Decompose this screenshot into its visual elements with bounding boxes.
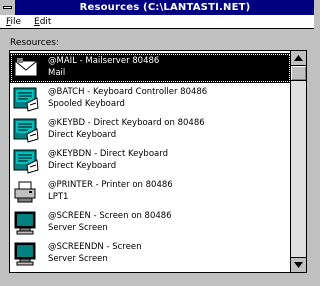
screen-icon bbox=[13, 210, 39, 236]
scroll-thumb[interactable] bbox=[291, 66, 306, 81]
resource-name: @SCREENDN - Screen bbox=[48, 242, 141, 253]
keyboard-icon bbox=[13, 148, 39, 174]
mail-icon bbox=[13, 55, 39, 81]
resource-type: Mail bbox=[48, 68, 66, 78]
resource-name: @MAIL - Mailserver 80486 bbox=[48, 56, 159, 67]
resource-item[interactable]: @KEYBDN - Direct Keyboard Direct Keyboard bbox=[10, 146, 291, 176]
resource-type: Server Screen bbox=[48, 223, 108, 233]
resource-name: @BATCH - Keyboard Controller 80486 bbox=[48, 87, 207, 98]
resource-description: Screen on 80486 bbox=[99, 211, 172, 221]
separator: - bbox=[84, 87, 93, 97]
separator: - bbox=[85, 118, 94, 128]
resource-type: LPT1 bbox=[48, 192, 69, 202]
menu-file[interactable]: File bbox=[6, 16, 21, 28]
resource-item[interactable]: @SCREENDN - Screen Server Screen bbox=[10, 239, 291, 269]
window-title: Resources (C:\LANTASTI.NET) bbox=[79, 2, 251, 13]
resource-name: @KEYBD - Direct Keyboard on 80486 bbox=[48, 118, 205, 129]
resource-description: Direct Keyboard bbox=[99, 149, 168, 159]
keyboard-icon bbox=[13, 117, 39, 143]
resource-id: @BATCH bbox=[48, 87, 85, 97]
resource-id: @SCREEN bbox=[48, 211, 91, 221]
resource-description: Screen bbox=[112, 242, 142, 252]
resource-item[interactable]: @BATCH - Keyboard Controller 80486 Spoole… bbox=[10, 84, 291, 114]
resource-item[interactable]: @KEYBD - Direct Keyboard on 80486 Direct … bbox=[10, 115, 291, 145]
menu-bar: File Edit bbox=[0, 15, 314, 29]
resource-item[interactable]: @PRINTER - Printer on 80486 LPT1 bbox=[10, 177, 291, 207]
resource-item[interactable]: @SCREEN - Screen on 80486 Server Screen bbox=[10, 208, 291, 238]
resource-item[interactable]: @MAIL - Mailserver 80486 Mail bbox=[10, 53, 291, 83]
arrow-up-icon bbox=[294, 55, 303, 61]
resource-id: @KEYBDN bbox=[48, 149, 92, 159]
resource-id: @KEYBD bbox=[48, 118, 86, 128]
system-menu-button[interactable] bbox=[0, 0, 16, 15]
resource-description: Keyboard Controller 80486 bbox=[93, 87, 208, 97]
resources-listbox[interactable]: @MAIL - Mailserver 80486 Mail @BATCH - Key… bbox=[9, 50, 307, 273]
title-bar: Resources (C:\LANTASTI.NET) bbox=[0, 0, 314, 15]
resource-description: Direct Keyboard on 80486 bbox=[93, 118, 205, 128]
keyboard-icon bbox=[13, 86, 39, 112]
resource-id: @PRINTER bbox=[48, 180, 93, 190]
vertical-scrollbar[interactable] bbox=[290, 51, 306, 272]
resource-description: Mailserver 80486 bbox=[85, 56, 160, 66]
resource-name: @PRINTER - Printer on 80486 bbox=[48, 180, 173, 191]
separator: - bbox=[103, 242, 113, 252]
separator: - bbox=[91, 149, 100, 159]
resource-id: @SCREENDN bbox=[48, 242, 104, 252]
scroll-up-button[interactable] bbox=[291, 51, 306, 66]
resource-id: @MAIL bbox=[48, 56, 77, 66]
resource-description: Printer on 80486 bbox=[101, 180, 173, 190]
screen-icon bbox=[13, 241, 39, 267]
resource-type: Direct Keyboard bbox=[48, 161, 117, 171]
resource-type: Direct Keyboard bbox=[48, 130, 117, 140]
resource-name: @KEYBDN - Direct Keyboard bbox=[48, 149, 168, 160]
resource-type: Server Screen bbox=[48, 254, 108, 264]
arrow-down-icon bbox=[294, 262, 303, 268]
printer-icon bbox=[13, 179, 39, 205]
scroll-down-button[interactable] bbox=[291, 257, 306, 272]
resources-window: Resources (C:\LANTASTI.NET) File Edit Re… bbox=[0, 0, 314, 286]
resource-type: Spooled Keyboard bbox=[48, 99, 125, 109]
resource-name: @SCREEN - Screen on 80486 bbox=[48, 211, 172, 222]
menu-edit[interactable]: Edit bbox=[34, 16, 51, 28]
resources-label: Resources: bbox=[10, 38, 59, 48]
